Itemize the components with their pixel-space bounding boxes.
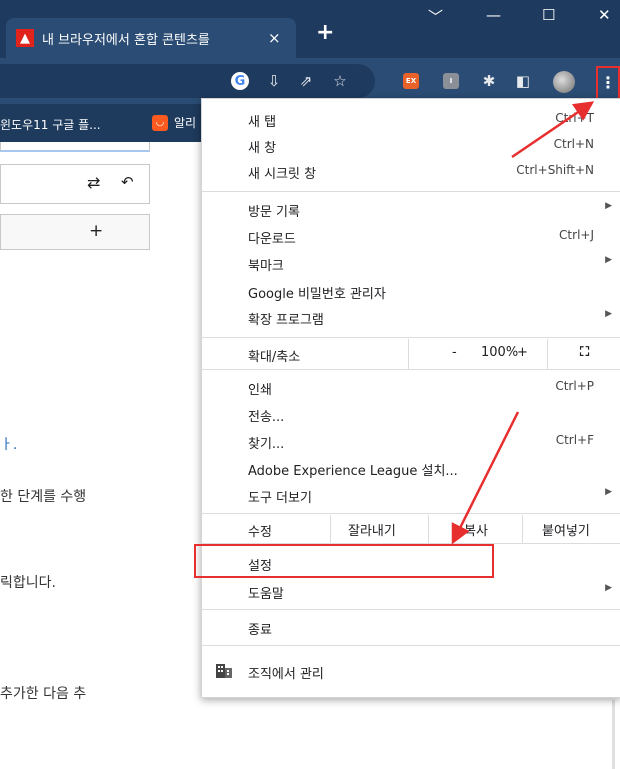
annotation-arrows: [451, 101, 595, 545]
arrow-to-settings: [451, 411, 520, 545]
arrow-to-menu-button: [511, 101, 595, 159]
